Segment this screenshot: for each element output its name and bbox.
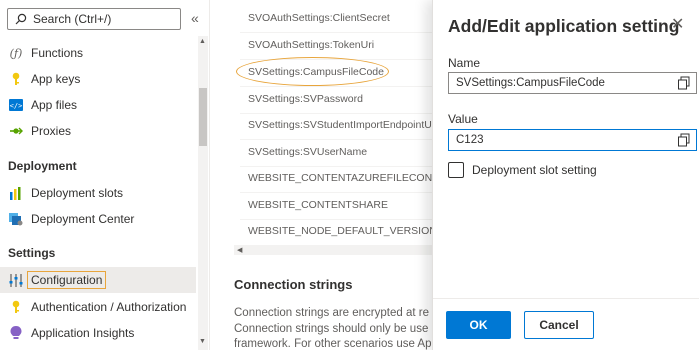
sidebar-item-app-keys[interactable]: App keys	[0, 66, 196, 92]
highlight-ellipse	[236, 57, 389, 86]
sidebar-item-authentication[interactable]: Authentication / Authorization	[0, 294, 196, 320]
sidebar-scrollbar[interactable]	[198, 36, 208, 350]
deployment-center-icon	[9, 212, 23, 226]
value-label: Value	[448, 112, 478, 126]
sidebar-item-application-insights[interactable]: Application Insights	[0, 320, 196, 346]
sidebar-item-functions[interactable]: (ƒ) Functions	[0, 40, 196, 66]
row-divider	[240, 86, 432, 87]
value-field[interactable]: C123	[448, 129, 697, 151]
search-icon	[14, 12, 28, 26]
sidebar-item-label: App keys	[31, 72, 81, 86]
edit-setting-panel: Add/Edit application setting ✕ Name SVSe…	[432, 0, 699, 350]
row-divider	[240, 166, 432, 167]
value-value: C123	[456, 134, 484, 146]
scroll-up-icon[interactable]: ▲	[199, 38, 206, 45]
sidebar-item-label: App files	[31, 98, 78, 112]
sidebar-item-proxies[interactable]: Proxies	[0, 118, 196, 144]
sidebar-item-label: Proxies	[31, 124, 72, 138]
cancel-button[interactable]: Cancel	[524, 311, 594, 339]
sidebar: Search (Ctrl+/) « ▲ ▼ (ƒ) Functions App …	[0, 0, 210, 350]
sidebar-item-deployment-center[interactable]: Deployment Center	[0, 206, 196, 232]
scroll-left-icon[interactable]: ◀	[237, 246, 242, 254]
slot-setting-checkbox[interactable]	[448, 162, 464, 178]
setting-row-name[interactable]: WEBSITE_CONTENTSHARE	[248, 199, 388, 211]
connection-strings-description: Connection strings are encrypted at re C…	[234, 306, 432, 350]
close-icon[interactable]: ✕	[671, 14, 684, 34]
slots-icon	[9, 186, 23, 200]
description-line: Connection strings are encrypted at re	[234, 307, 429, 319]
copy-icon[interactable]	[677, 133, 691, 147]
name-label: Name	[448, 56, 481, 70]
insights-icon	[9, 326, 23, 340]
key-icon	[9, 72, 23, 86]
setting-row-name[interactable]: WEBSITE_NODE_DEFAULT_VERSION	[248, 225, 432, 237]
sidebar-item-label: Deployment Center	[31, 212, 135, 226]
sidebar-item-label: Configuration	[27, 271, 107, 289]
sidebar-item-label: Deployment slots	[31, 186, 124, 200]
sliders-icon	[9, 273, 23, 287]
section-deployment: Deployment	[8, 159, 77, 173]
function-icon: (ƒ)	[9, 46, 23, 60]
sidebar-item-label: Authentication / Authorization	[31, 300, 187, 314]
row-divider	[240, 32, 432, 33]
row-divider	[240, 139, 432, 140]
setting-row-name[interactable]: SVSettings:SVUserName	[248, 146, 367, 158]
collapse-icon[interactable]: «	[191, 10, 199, 26]
search-box[interactable]: Search (Ctrl+/)	[7, 8, 181, 30]
ok-button[interactable]: OK	[446, 311, 511, 339]
setting-row-name[interactable]: SVSettings:SVPassword	[248, 93, 363, 105]
svg-text:</>: </>	[10, 102, 23, 110]
name-value: SVSettings:CampusFileCode	[456, 77, 605, 89]
proxy-icon	[9, 124, 23, 138]
description-line: Connection strings should only be use	[234, 322, 429, 335]
code-icon: </>	[9, 98, 23, 112]
setting-row-name[interactable]: WEBSITE_CONTENTAZUREFILECONNECTIO	[248, 172, 432, 184]
sidebar-item-configuration[interactable]: Configuration	[0, 267, 196, 293]
section-settings: Settings	[8, 246, 56, 260]
copy-icon[interactable]	[677, 76, 691, 90]
name-field[interactable]: SVSettings:CampusFileCode	[448, 72, 697, 94]
setting-row-name[interactable]: SVOAuthSettings:TokenUri	[248, 39, 374, 51]
panel-title: Add/Edit application setting	[448, 16, 680, 36]
row-divider	[240, 219, 432, 220]
row-divider	[240, 192, 432, 193]
sidebar-scroll-thumb[interactable]	[199, 88, 207, 146]
app-settings-list: SVOAuthSettings:ClientSecret SVOAuthSett…	[210, 0, 432, 350]
setting-row-name[interactable]: SVSettings:SVStudentImportEndpointUrl	[248, 119, 432, 131]
description-line: framework. For other scenarios use Ap	[234, 338, 432, 350]
panel-footer-divider	[433, 298, 699, 299]
scroll-down-icon[interactable]: ▼	[199, 338, 206, 345]
search-placeholder: Search (Ctrl+/)	[33, 12, 112, 26]
sidebar-item-label: Functions	[31, 46, 84, 60]
sidebar-item-deployment-slots[interactable]: Deployment slots	[0, 180, 196, 206]
slot-setting-row[interactable]: Deployment slot setting	[448, 162, 597, 178]
connection-strings-heading: Connection strings	[234, 277, 353, 292]
sidebar-item-app-files[interactable]: </> App files	[0, 92, 196, 118]
row-divider	[240, 113, 432, 114]
horizontal-scrollbar[interactable]: ◀	[234, 245, 432, 255]
key-icon	[9, 300, 23, 314]
sidebar-item-label: Application Insights	[31, 326, 135, 340]
setting-row-name[interactable]: SVOAuthSettings:ClientSecret	[248, 12, 390, 24]
slot-setting-label: Deployment slot setting	[472, 163, 597, 177]
